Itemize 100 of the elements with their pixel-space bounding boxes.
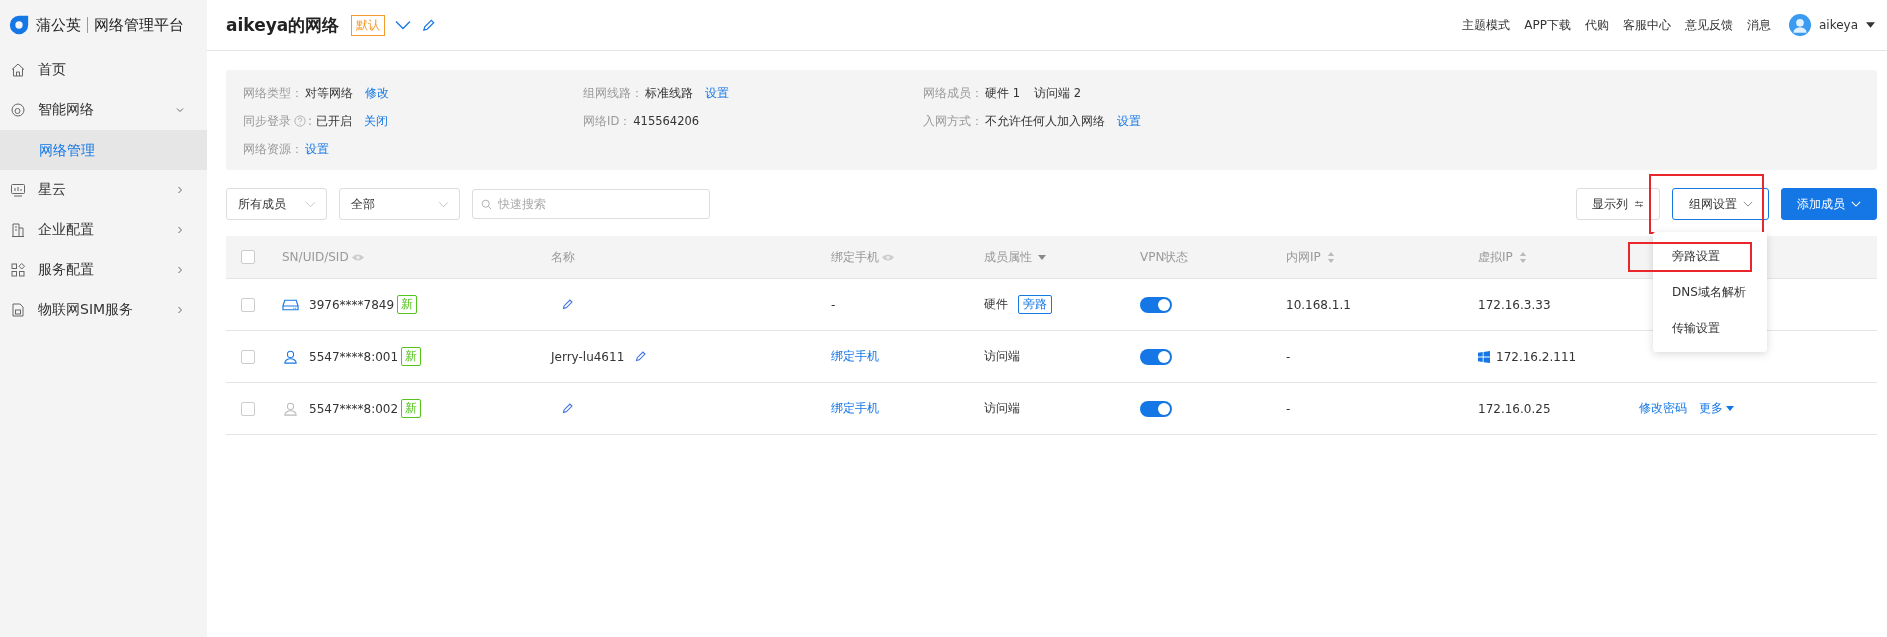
member-type: 硬件: [984, 296, 1008, 313]
new-tag: 新: [397, 295, 418, 314]
header-link[interactable]: APP下载: [1524, 16, 1571, 34]
filter-caret-icon[interactable]: [1038, 254, 1046, 260]
vpn-toggle[interactable]: [1140, 348, 1172, 365]
member-type: 访问端: [984, 400, 1020, 417]
header-link[interactable]: 代购: [1584, 16, 1609, 34]
chevron-down-icon[interactable]: [395, 20, 412, 30]
header-link[interactable]: 消息: [1746, 16, 1771, 34]
brand-name: 蒲公英: [36, 15, 81, 35]
header-link[interactable]: 客服中心: [1622, 16, 1671, 34]
virtual-ip: 172.16.0.25: [1478, 401, 1551, 416]
chevron-down-icon: [1743, 200, 1753, 208]
network-settings-button[interactable]: 组网设置: [1672, 188, 1769, 220]
edit-icon[interactable]: [561, 402, 574, 415]
network-icon: [10, 102, 26, 118]
chevron-down-icon: [1851, 200, 1861, 208]
member-id: 5547****8:001: [309, 349, 399, 364]
field-label: 网络成员：: [923, 85, 983, 101]
header-link[interactable]: 主题模式: [1462, 16, 1511, 34]
avatar-icon[interactable]: [1788, 14, 1811, 36]
caret-down-icon[interactable]: [1866, 22, 1875, 28]
change-password-link[interactable]: 修改密码: [1639, 400, 1687, 417]
columns-button[interactable]: 显示列: [1576, 188, 1660, 220]
field-value: 对等网络: [305, 85, 353, 101]
member-name: Jerry-lu4611: [551, 349, 625, 364]
lan-ip: 10.168.1.1: [1286, 297, 1351, 312]
filter-select[interactable]: 所有成员: [226, 188, 327, 220]
menu-item[interactable]: DNS域名解析: [1653, 274, 1767, 310]
field-label: 网络资源：: [243, 141, 303, 157]
sidebar-item[interactable]: 星云: [0, 170, 207, 210]
field-label: 入网方式：: [923, 113, 983, 129]
field-label: 网络ID：: [583, 113, 632, 129]
menu-item[interactable]: 传输设置: [1653, 310, 1767, 346]
sidebar-item[interactable]: 物联网SIM服务: [0, 290, 207, 330]
field-label: 网络类型：: [243, 85, 303, 101]
checkbox[interactable]: [241, 349, 255, 364]
bypass-tag: 旁路: [1018, 295, 1052, 314]
member-id: 5547****8:002: [309, 401, 399, 416]
vpn-toggle[interactable]: [1140, 400, 1172, 417]
network-title: aikeya的网络: [226, 13, 340, 37]
checkbox[interactable]: [241, 401, 255, 416]
monitor-icon: [10, 182, 26, 198]
member-type: 访问端: [984, 348, 1020, 365]
header-link[interactable]: 意见反馈: [1684, 16, 1733, 34]
edit-icon[interactable]: [421, 17, 437, 33]
sort-icon[interactable]: [1518, 251, 1527, 263]
field-value: 访问端 2: [1034, 85, 1081, 101]
virtual-ip: 172.16.3.33: [1478, 297, 1551, 312]
logo-icon: [8, 14, 30, 36]
member-id: 3976****7849: [309, 297, 395, 312]
bind-phone-link[interactable]: 绑定手机: [831, 348, 879, 365]
field-link[interactable]: 关闭: [363, 113, 388, 129]
help-icon[interactable]: [294, 115, 306, 127]
search-field[interactable]: 快速搜索: [472, 189, 710, 219]
building-icon: [10, 222, 26, 238]
search-icon: [481, 199, 492, 210]
sliders-icon: [1634, 200, 1644, 208]
vpn-toggle[interactable]: [1140, 296, 1172, 313]
chevron-down-icon: [305, 200, 316, 208]
brand-subtitle: 网络管理平台: [94, 15, 184, 35]
user-name[interactable]: aikeya: [1818, 18, 1858, 32]
virtual-ip: 172.16.2.111: [1496, 349, 1577, 364]
grid-icon: [10, 262, 26, 278]
field-link[interactable]: 设置: [1117, 113, 1141, 129]
sort-icon[interactable]: [1326, 251, 1335, 263]
default-badge: 默认: [351, 14, 386, 36]
sidebar-item[interactable]: 首页: [0, 50, 207, 90]
checkbox[interactable]: [241, 297, 255, 312]
checkbox[interactable]: [241, 250, 255, 264]
field-value: 不允许任何人加入网络: [985, 113, 1105, 129]
field-link[interactable]: 设置: [705, 85, 729, 101]
field-link[interactable]: 修改: [365, 85, 389, 101]
edit-icon[interactable]: [561, 298, 574, 311]
field-value: 415564206: [633, 114, 700, 128]
sidebar-item[interactable]: 企业配置: [0, 210, 207, 250]
field-label: 同步登录: [243, 113, 291, 129]
home-icon: [10, 62, 26, 78]
field-link[interactable]: 设置: [305, 141, 329, 157]
field-value: 硬件 1: [985, 85, 1020, 101]
new-tag: 新: [401, 399, 422, 418]
field-value: 标准线路: [645, 85, 693, 101]
field-value: 已开启: [315, 113, 352, 129]
lan-ip: -: [1286, 349, 1291, 364]
sidebar-item[interactable]: 智能网络: [0, 90, 207, 130]
more-link[interactable]: 更多: [1699, 400, 1723, 417]
sim-icon: [10, 302, 26, 318]
chevron-down-icon: [438, 200, 449, 208]
new-tag: 新: [401, 347, 422, 366]
edit-icon[interactable]: [634, 350, 648, 363]
menu-item[interactable]: 旁路设置: [1653, 238, 1767, 274]
sidebar-subitem[interactable]: 网络管理: [0, 130, 207, 170]
bind-phone-link[interactable]: 绑定手机: [831, 400, 879, 417]
sidebar-item[interactable]: 服务配置: [0, 250, 207, 290]
lan-ip: -: [1286, 401, 1291, 416]
filter-select[interactable]: 全部: [339, 188, 460, 220]
add-member-button[interactable]: 添加成员: [1781, 188, 1877, 220]
field-label: 组网线路：: [583, 85, 643, 101]
table-cell: -: [831, 297, 836, 312]
colon-text: :: [308, 114, 312, 128]
